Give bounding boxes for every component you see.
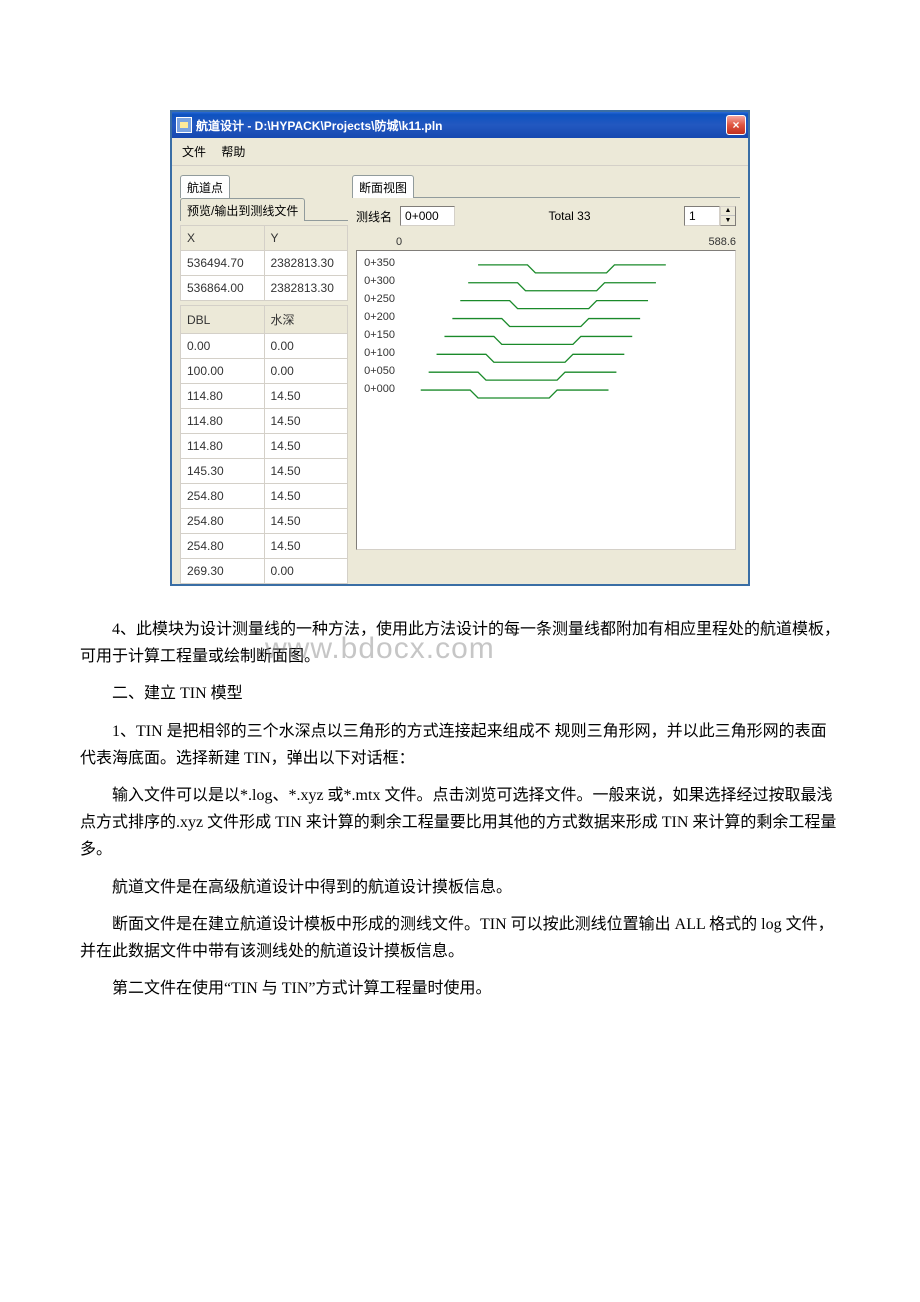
- scale-left: 0: [396, 236, 402, 248]
- dbl-table: DBL 水深 0.000.00 100.000.00 114.8014.50 1…: [180, 305, 348, 584]
- line-name-label: 测线名: [356, 208, 392, 225]
- para-4: 4、此模块为设计测量线的一种方法，使用此方法设计的每一条测量线都附加有相应里程处…: [80, 616, 840, 670]
- xy-header-y: Y: [264, 226, 348, 251]
- table-row[interactable]: 536864.00 2382813.30: [181, 276, 348, 301]
- para-2-1: 1、TIN 是把相邻的三个水深点以三角形的方式连接起来组成不 规则三角形网，并以…: [80, 718, 840, 772]
- y-tick: 0+350: [357, 257, 399, 275]
- window-title: 航道设计 - D:\HYPACK\Projects\防城\k11.pln: [196, 117, 726, 134]
- y-tick: 0+300: [357, 275, 399, 293]
- chart-svg: [399, 251, 735, 549]
- titlebar: 航道设计 - D:\HYPACK\Projects\防城\k11.pln ×: [172, 112, 748, 138]
- tab-section-view[interactable]: 断面视图: [352, 175, 414, 198]
- spinner-input[interactable]: [684, 206, 720, 226]
- chart-y-axis: 0+350 0+300 0+250 0+200 0+150 0+100 0+05…: [357, 251, 399, 549]
- dbl-header-a: DBL: [181, 306, 265, 334]
- menubar: 文件 帮助: [172, 138, 748, 166]
- para-section-file: 断面文件是在建立航道设计模板中形成的测线文件。TIN 可以按此测线位置输出 AL…: [80, 911, 840, 965]
- right-panel: 断面视图 测线名 Total 33 ▲ ▼ 0 588.6: [352, 174, 740, 550]
- cell-x[interactable]: 536494.70: [181, 251, 265, 276]
- dbl-header-b: 水深: [264, 306, 348, 334]
- para-second-file: 第二文件在使用“TIN 与 TIN”方式计算工程量时使用。: [80, 975, 840, 1002]
- table-row[interactable]: 254.8014.50: [181, 534, 348, 559]
- table-row[interactable]: 269.300.00: [181, 559, 348, 584]
- table-row[interactable]: 145.3014.50: [181, 459, 348, 484]
- table-row[interactable]: 114.8014.50: [181, 409, 348, 434]
- cell-x[interactable]: 536864.00: [181, 276, 265, 301]
- cell-y[interactable]: 2382813.30: [264, 251, 348, 276]
- section-controls: 测线名 Total 33 ▲ ▼: [352, 202, 740, 236]
- table-row[interactable]: 114.8014.50: [181, 384, 348, 409]
- line-name-input[interactable]: [400, 206, 455, 226]
- table-row[interactable]: 536494.70 2382813.30: [181, 251, 348, 276]
- xy-header-x: X: [181, 226, 265, 251]
- left-tab-row: 航道点 预览/输出到测线文件: [180, 174, 348, 221]
- scale-right: 588.6: [708, 236, 736, 248]
- line-index-spinner[interactable]: ▲ ▼: [684, 206, 736, 226]
- section-chart: 0+350 0+300 0+250 0+200 0+150 0+100 0+05…: [356, 250, 736, 550]
- document-text: 4、此模块为设计测量线的一种方法，使用此方法设计的每一条测量线都附加有相应里程处…: [80, 616, 840, 1002]
- close-button[interactable]: ×: [726, 115, 746, 135]
- dbl-header-row: DBL 水深: [181, 306, 348, 334]
- y-tick: 0+250: [357, 293, 399, 311]
- tab-waypoints[interactable]: 航道点: [180, 175, 230, 198]
- para-input-files: 输入文件可以是以*.log、*.xyz 或*.mtx 文件。点击浏览可选择文件。…: [80, 782, 840, 864]
- y-tick: 0+000: [357, 383, 399, 401]
- menu-help[interactable]: 帮助: [215, 141, 251, 162]
- table-row[interactable]: 254.8014.50: [181, 484, 348, 509]
- table-row[interactable]: 100.000.00: [181, 359, 348, 384]
- app-icon: [176, 117, 192, 133]
- spinner-down[interactable]: ▼: [721, 216, 735, 225]
- tab-preview-output[interactable]: 预览/输出到测线文件: [180, 198, 305, 221]
- total-label: Total 33: [549, 209, 591, 223]
- y-tick: 0+150: [357, 329, 399, 347]
- content-area: 航道点 预览/输出到测线文件 X Y 536494.70 2382813.30 …: [172, 166, 748, 584]
- y-tick: 0+050: [357, 365, 399, 383]
- chart-scale-row: 0 588.6: [352, 236, 740, 248]
- table-row[interactable]: 0.000.00: [181, 334, 348, 359]
- xy-header-row: X Y: [181, 226, 348, 251]
- app-window: 航道设计 - D:\HYPACK\Projects\防城\k11.pln × 文…: [170, 110, 750, 586]
- spinner-up[interactable]: ▲: [721, 207, 735, 216]
- para-channel-file: 航道文件是在高级航道设计中得到的航道设计摸板信息。: [80, 874, 840, 901]
- y-tick: 0+100: [357, 347, 399, 365]
- chart-plot: [399, 251, 735, 549]
- right-tab-row: 断面视图: [352, 174, 740, 198]
- table-row[interactable]: 254.8014.50: [181, 509, 348, 534]
- y-tick: 0+200: [357, 311, 399, 329]
- cell-y[interactable]: 2382813.30: [264, 276, 348, 301]
- table-row[interactable]: 114.8014.50: [181, 434, 348, 459]
- xy-table: X Y 536494.70 2382813.30 536864.00 23828…: [180, 225, 348, 301]
- menu-file[interactable]: 文件: [176, 141, 212, 162]
- left-panel: 航道点 预览/输出到测线文件 X Y 536494.70 2382813.30 …: [180, 174, 348, 584]
- para-section-2: 二、建立 TIN 模型: [80, 680, 840, 707]
